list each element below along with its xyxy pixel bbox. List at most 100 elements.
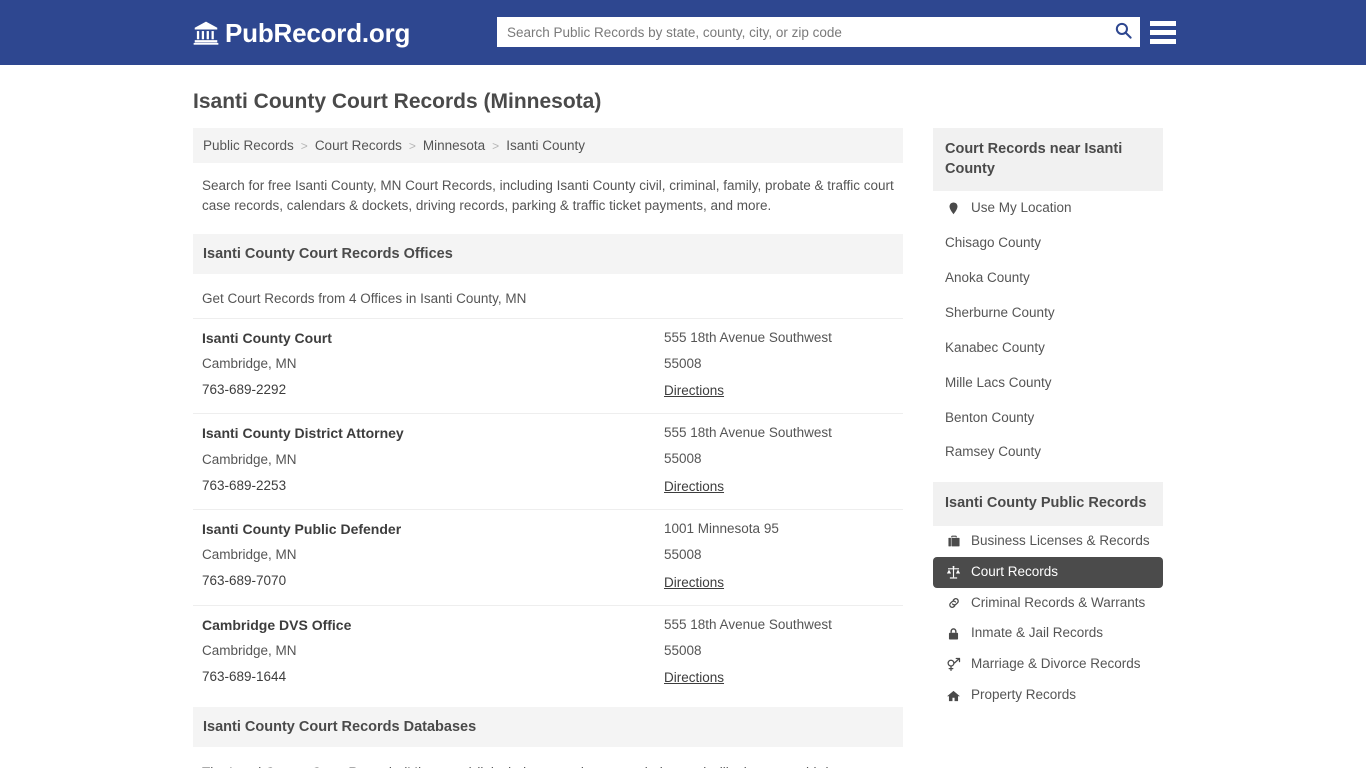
site-logo[interactable]: PubRecord.org	[193, 20, 410, 46]
briefcase-icon	[945, 534, 962, 548]
sidebar-item-business-licenses[interactable]: Business Licenses & Records	[933, 526, 1163, 557]
office-name: Isanti County District Attorney	[202, 425, 404, 442]
hamburger-bar-1	[1150, 20, 1176, 26]
office-address: 555 18th Avenue Southwest	[664, 616, 832, 632]
office-city-state: Cambridge, MN	[202, 451, 297, 467]
sidebar-item-label: Use My Location	[971, 200, 1072, 216]
map-pin-icon	[945, 201, 962, 216]
office-row: Isanti County Court Cambridge, MN 763-68…	[193, 317, 903, 414]
sidebar-item-criminal-records[interactable]: Criminal Records & Warrants	[933, 588, 1163, 619]
sidebar-public-records-list: Business Licenses & Records Court Record…	[933, 526, 1163, 711]
page-container: Isanti County Court Records (Minnesota) …	[0, 89, 1366, 768]
sidebar-item-ramsey-county[interactable]: Ramsey County	[933, 435, 1163, 470]
directions-link[interactable]: Directions	[664, 479, 724, 494]
office-zip: 55008	[664, 546, 702, 562]
site-header: PubRecord.org	[0, 0, 1366, 65]
breadcrumb-separator: >	[492, 138, 500, 153]
directions-link[interactable]: Directions	[664, 670, 724, 686]
sidebar-item-label: Property Records	[971, 687, 1077, 703]
breadcrumb: Public Records > Court Records > Minneso…	[193, 128, 903, 164]
sidebar-group-divider	[933, 470, 1163, 482]
breadcrumb-separator: >	[300, 138, 308, 153]
office-zip: 55008	[664, 642, 702, 658]
site-logo-text: PubRecord.org	[225, 17, 411, 48]
sidebar-public-records-heading: Isanti County Public Records	[933, 482, 1163, 526]
sidebar-item-label: Ramsey County	[945, 444, 1042, 460]
sidebar: Court Records near Isanti County Use My …	[933, 128, 1163, 711]
databases-section-heading: Isanti County Court Records Databases	[193, 707, 903, 748]
sidebar-item-kanabec-county[interactable]: Kanabec County	[933, 331, 1163, 366]
main-content: Public Records > Court Records > Minneso…	[193, 128, 903, 768]
offices-section-subheading: Get Court Records from 4 Offices in Isan…	[202, 290, 527, 306]
sidebar-item-mille-lacs-county[interactable]: Mille Lacs County	[933, 366, 1163, 401]
page-title: Isanti County Court Records (Minnesota)	[193, 90, 602, 113]
breadcrumb-item-minnesota[interactable]: Minnesota	[423, 138, 485, 153]
scales-of-justice-icon	[945, 565, 962, 580]
sidebar-item-anoka-county[interactable]: Anoka County	[933, 261, 1163, 296]
office-details: Isanti County Public Defender Cambridge,…	[202, 521, 664, 592]
sidebar-nearby-heading: Court Records near Isanti County	[933, 128, 1163, 192]
office-zip: 55008	[664, 451, 702, 467]
bank-icon	[193, 20, 219, 46]
sidebar-nearby-list: Use My Location Chisago County Anoka Cou…	[933, 191, 1163, 470]
sidebar-item-label: Sherburne County	[945, 305, 1055, 320]
offices-section-heading: Isanti County Court Records Offices	[193, 233, 903, 274]
house-icon	[945, 689, 962, 703]
office-name: Cambridge DVS Office	[202, 616, 352, 633]
office-row: Cambridge DVS Office Cambridge, MN 763-6…	[193, 604, 903, 701]
gender-symbols-icon	[945, 657, 962, 672]
office-name: Isanti County Public Defender	[202, 521, 402, 538]
search-button[interactable]	[1106, 18, 1140, 46]
content-columns: Public Records > Court Records > Minneso…	[193, 128, 1173, 768]
sidebar-item-chisago-county[interactable]: Chisago County	[933, 226, 1163, 261]
office-address-block: 1001 Minnesota 95 55008 Directions	[664, 521, 894, 592]
office-phone: 763-689-1644	[202, 668, 287, 684]
hamburger-bar-2	[1150, 29, 1176, 35]
office-address-block: 555 18th Avenue Southwest 55008 Directio…	[664, 426, 894, 496]
office-name: Isanti County Court	[202, 329, 332, 346]
breadcrumb-item-public-records[interactable]: Public Records	[203, 138, 294, 153]
search-input[interactable]	[497, 18, 1106, 46]
link-chain-icon	[945, 596, 962, 610]
hamburger-bar-3	[1150, 38, 1176, 44]
hamburger-menu-button[interactable]	[1150, 17, 1176, 47]
sidebar-item-inmate-jail-records[interactable]: Inmate & Jail Records	[933, 618, 1163, 649]
sidebar-item-court-records[interactable]: Court Records	[933, 556, 1163, 588]
sidebar-item-label: Business Licenses & Records	[971, 532, 1150, 548]
search-bar	[497, 17, 1140, 47]
search-icon	[1114, 21, 1133, 43]
sidebar-item-marriage-divorce-records[interactable]: Marriage & Divorce Records	[933, 649, 1163, 680]
office-zip: 55008	[664, 355, 702, 371]
lock-icon	[945, 627, 962, 641]
sidebar-item-label: Court Records	[971, 563, 1059, 579]
directions-link[interactable]: Directions	[664, 383, 724, 398]
breadcrumb-separator: >	[408, 138, 416, 153]
breadcrumb-item-isanti-county[interactable]: Isanti County	[506, 138, 585, 153]
office-phone: 763-689-7070	[202, 573, 287, 589]
sidebar-item-label: Inmate & Jail Records	[971, 625, 1104, 641]
office-phone: 763-689-2253	[202, 477, 287, 493]
office-details: Isanti County Court Cambridge, MN 763-68…	[202, 329, 664, 401]
sidebar-item-label: Anoka County	[945, 270, 1030, 286]
office-city-state: Cambridge, MN	[202, 643, 297, 659]
sidebar-item-sherburne-county[interactable]: Sherburne County	[933, 296, 1163, 331]
page-intro-text: Search for free Isanti County, MN Court …	[202, 178, 894, 214]
office-address: 555 18th Avenue Southwest	[664, 425, 832, 441]
office-address-block: 555 18th Avenue Southwest 55008 Directio…	[664, 329, 894, 401]
office-address: 1001 Minnesota 95	[664, 521, 779, 537]
office-address: 555 18th Avenue Southwest	[664, 329, 832, 345]
sidebar-item-label: Mille Lacs County	[945, 374, 1052, 390]
office-city-state: Cambridge, MN	[202, 547, 297, 563]
sidebar-item-property-records[interactable]: Property Records	[933, 680, 1163, 711]
sidebar-item-use-my-location[interactable]: Use My Location	[933, 191, 1163, 226]
sidebar-item-benton-county[interactable]: Benton County	[933, 401, 1163, 436]
office-phone: 763-689-2292	[202, 381, 287, 397]
office-details: Isanti County District Attorney Cambridg…	[202, 425, 664, 496]
office-address-block: 555 18th Avenue Southwest 55008 Directio…	[664, 616, 894, 688]
office-city-state: Cambridge, MN	[202, 356, 297, 372]
office-details: Cambridge DVS Office Cambridge, MN 763-6…	[202, 616, 664, 688]
sidebar-item-label: Criminal Records & Warrants	[971, 594, 1146, 610]
directions-link[interactable]: Directions	[664, 575, 724, 590]
office-row: Isanti County Public Defender Cambridge,…	[193, 509, 903, 605]
breadcrumb-item-court-records[interactable]: Court Records	[315, 138, 402, 153]
